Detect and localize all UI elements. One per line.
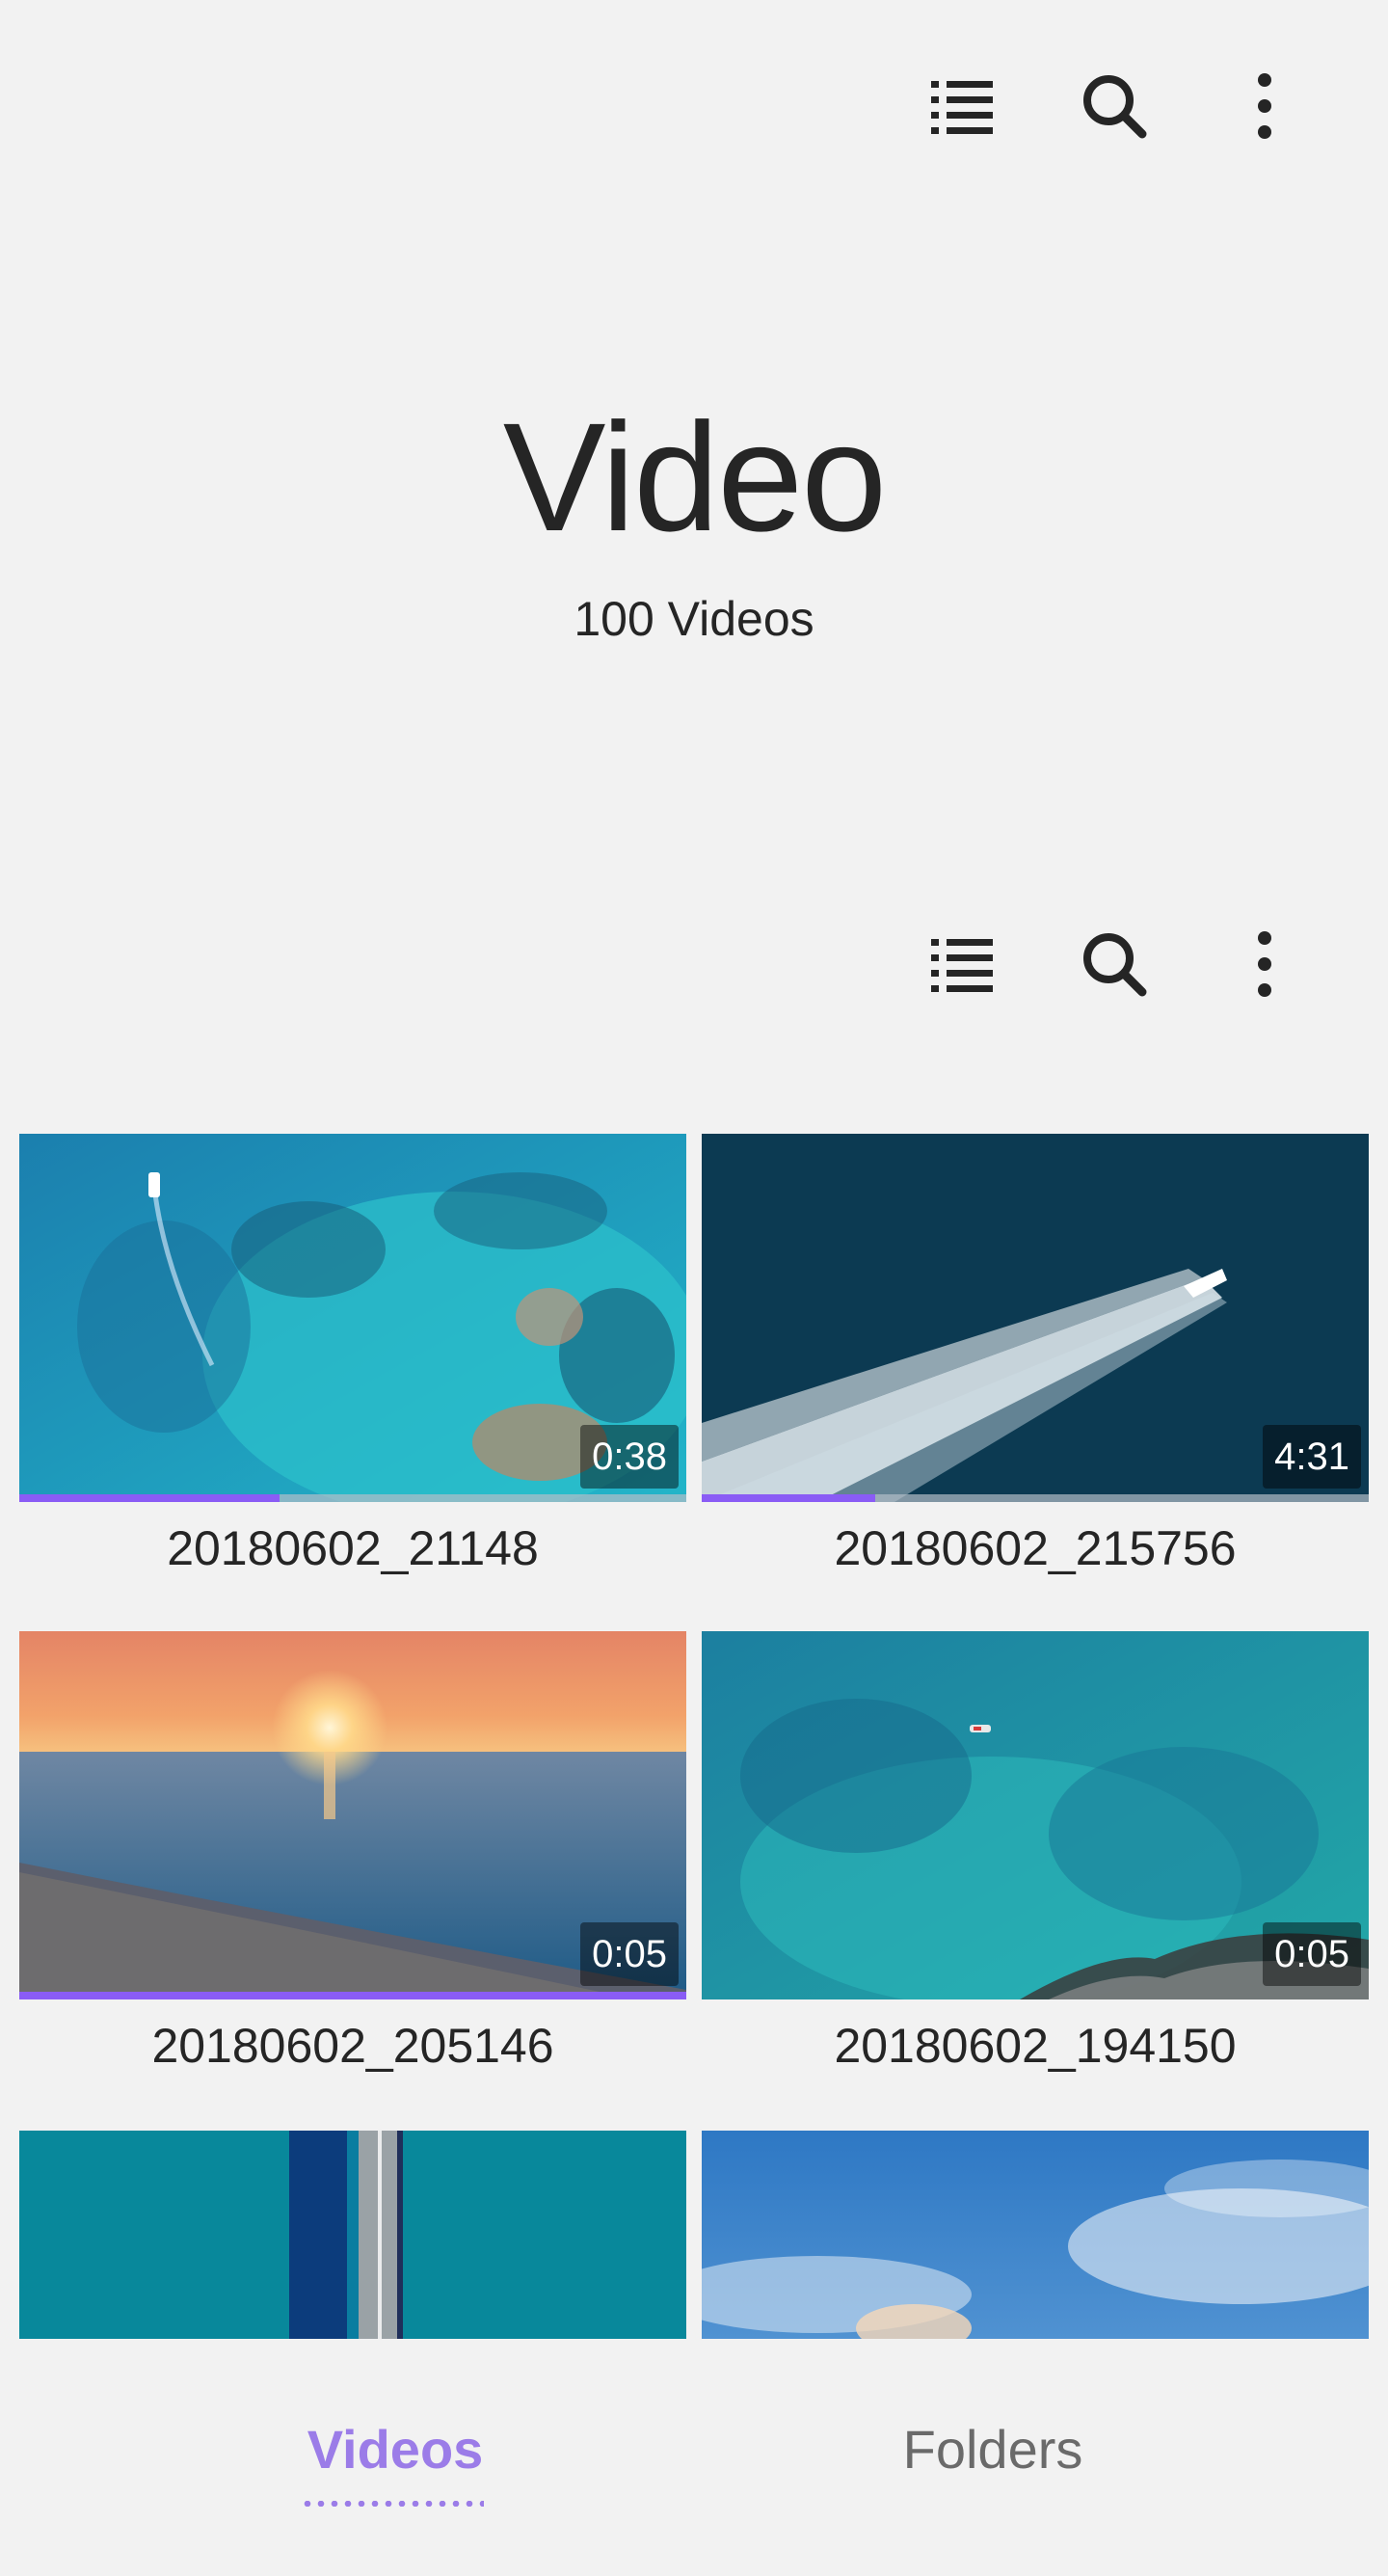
more-options-icon (1258, 931, 1271, 997)
video-thumbnail[interactable]: 0:05 (702, 1631, 1369, 1999)
video-thumbnail[interactable]: 0:05 (19, 1631, 686, 1999)
tab-folders[interactable]: Folders (839, 2416, 1147, 2522)
bottom-navigation: Videos Folders (0, 2339, 1388, 2576)
thumbnail-image (19, 2131, 686, 2339)
more-options-button[interactable] (1216, 58, 1313, 154)
video-duration: 0:05 (580, 1922, 679, 1986)
video-duration: 0:38 (580, 1425, 679, 1489)
tab-videos-label: Videos (307, 2419, 484, 2480)
playback-progress-fill (702, 1494, 875, 1502)
tab-folders-label: Folders (902, 2419, 1083, 2480)
video-duration: 4:31 (1263, 1425, 1361, 1489)
search-button[interactable] (1066, 58, 1162, 154)
search-icon (1083, 933, 1147, 997)
video-thumbnail[interactable] (19, 2131, 686, 2339)
playback-progress (19, 1494, 686, 1502)
list-view-icon (931, 939, 993, 992)
thumbnail-image (702, 2131, 1369, 2339)
playback-progress (19, 1992, 686, 1999)
list-view-icon (931, 81, 993, 134)
more-options-button[interactable] (1216, 916, 1313, 1012)
top-toolbar (0, 48, 1388, 164)
video-card[interactable]: 4:31 20180602_215756 (702, 1134, 1369, 1575)
playback-progress-fill (19, 1992, 686, 1999)
video-title: 20180602_21148 (167, 1521, 539, 1575)
video-title: 20180602_194150 (834, 2019, 1237, 2073)
video-grid: 0:38 20180602_21148 4:31 20180602_215756 (19, 1134, 1369, 2339)
video-card[interactable]: 0:38 20180602_21148 (19, 1134, 686, 1575)
list-view-button[interactable] (914, 58, 1010, 154)
video-card[interactable] (702, 2131, 1369, 2339)
video-card[interactable]: 0:05 20180602_205146 (19, 1631, 686, 2073)
video-title: 20180602_205146 (151, 2019, 554, 2073)
playback-progress (702, 1494, 1369, 1502)
list-view-button[interactable] (914, 916, 1010, 1012)
playback-progress-fill (19, 1494, 280, 1502)
active-tab-indicator (301, 2501, 484, 2507)
video-thumbnail[interactable] (702, 2131, 1369, 2339)
video-thumbnail[interactable]: 0:38 (19, 1134, 686, 1502)
page-title: Video (502, 390, 887, 563)
list-toolbar (0, 906, 1388, 1022)
search-button[interactable] (1066, 916, 1162, 1012)
video-card[interactable] (19, 2131, 686, 2339)
video-thumbnail[interactable]: 4:31 (702, 1134, 1369, 1502)
search-icon (1083, 75, 1147, 139)
tab-videos[interactable]: Videos (241, 2416, 549, 2522)
video-count: 100 Videos (574, 592, 814, 646)
video-title: 20180602_215756 (834, 1521, 1237, 1575)
video-card[interactable]: 0:05 20180602_194150 (702, 1631, 1369, 2073)
more-options-icon (1258, 73, 1271, 139)
video-duration: 0:05 (1263, 1922, 1361, 1986)
